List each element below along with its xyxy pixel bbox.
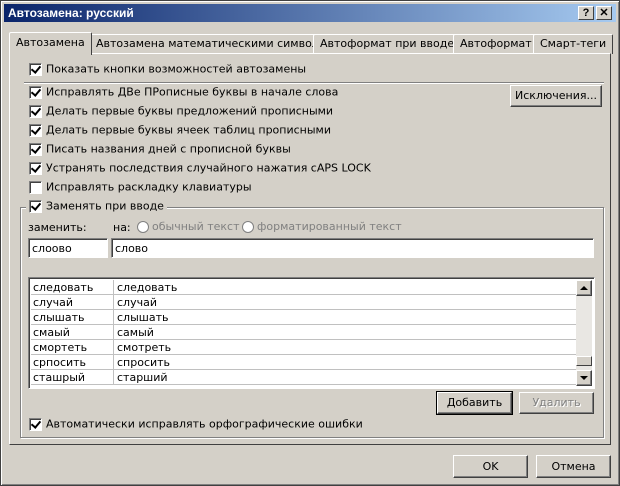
first-sentence-checkbox[interactable] [29,104,42,118]
scroll-thumb[interactable] [576,356,592,366]
separator [24,82,604,84]
replace-as-you-type-option[interactable]: Заменять при вводе [26,199,167,215]
two-caps-option[interactable]: Исправлять ДВе ПРописные буквы в начале … [29,85,338,101]
list-item[interactable]: сташрый старший [31,370,578,385]
replace-input[interactable]: слоово [28,238,108,258]
day-names-option[interactable]: Писать названия дней с прописной буквы [29,142,291,158]
scroll-up-button[interactable] [576,280,592,296]
plain-text-radio-icon[interactable] [137,221,149,233]
first-sentence-option[interactable]: Делать первые буквы предложений прописны… [29,104,333,120]
list-item[interactable]: смортеть смотреть [31,340,578,355]
replace-as-you-type-checkbox[interactable] [29,199,42,213]
tab-autoformat[interactable]: Автоформат [453,34,539,54]
replacement-list[interactable]: следовать следовать случай случай слышать с… [28,277,595,389]
title-bar[interactable]: Автозамена: русский ? ✕ [4,4,616,22]
add-button[interactable]: Добавить [436,391,513,415]
formatted-text-radio-icon[interactable] [242,221,254,233]
keyboard-layout-checkbox[interactable] [29,180,42,194]
keyboard-layout-option[interactable]: Исправлять раскладку клавиатуры [29,180,252,196]
caps-lock-option[interactable]: Устранять последствия случайного нажатия… [29,161,371,177]
arrow-down-icon [580,376,588,380]
show-buttons-option[interactable]: Показать кнопки возможностей автозамены [29,62,306,78]
list-item[interactable]: смаый самый [31,325,578,340]
first-table-cell-option[interactable]: Делать первые буквы ячеек таблиц прописн… [29,123,331,139]
list-scrollbar[interactable] [576,280,592,386]
tab-autocorrect[interactable]: Автозамена [9,32,92,55]
tab-smart-tags[interactable]: Смарт-теги [533,34,614,54]
autocorrect-panel: Показать кнопки возможностей автозамены … [9,53,611,445]
plain-text-radio[interactable]: обычный текст [137,220,240,233]
show-buttons-checkbox[interactable] [29,62,42,76]
list-item[interactable]: слышать слышать [31,310,578,325]
ok-button[interactable]: OK [453,455,528,478]
auto-spell-option[interactable]: Автоматически исправлять орфографические… [29,417,363,433]
delete-button[interactable]: Удалить [519,392,594,414]
with-label: на: [113,221,131,234]
with-input[interactable]: слово [111,238,594,258]
list-item[interactable]: случай случай [31,295,578,310]
day-names-checkbox[interactable] [29,142,42,156]
arrow-up-icon [580,286,588,290]
replace-label: заменить: [28,221,87,234]
tab-math-autocorrect[interactable]: Автозамена математическими символами [89,34,349,54]
caps-lock-checkbox[interactable] [29,161,42,175]
formatted-text-radio[interactable]: форматированный текст [242,220,402,233]
first-table-cell-checkbox[interactable] [29,123,42,137]
scroll-down-button[interactable] [576,370,592,386]
two-caps-checkbox[interactable] [29,85,42,99]
auto-spell-checkbox[interactable] [29,417,42,431]
list-item[interactable]: српосить спросить [31,355,578,370]
close-button[interactable]: ✕ [596,6,612,20]
cancel-button[interactable]: Отмена [536,455,611,478]
tab-autoformat-as-you-type[interactable]: Автоформат при вводе [313,34,462,54]
window-title: Автозамена: русский [8,6,134,20]
exceptions-button[interactable]: Исключения... [510,85,602,107]
list-item[interactable]: следовать следовать [31,280,578,295]
autocorrect-dialog: Автозамена: русский ? ✕ Автозамена Автоз… [0,0,620,486]
help-button[interactable]: ? [578,6,594,20]
